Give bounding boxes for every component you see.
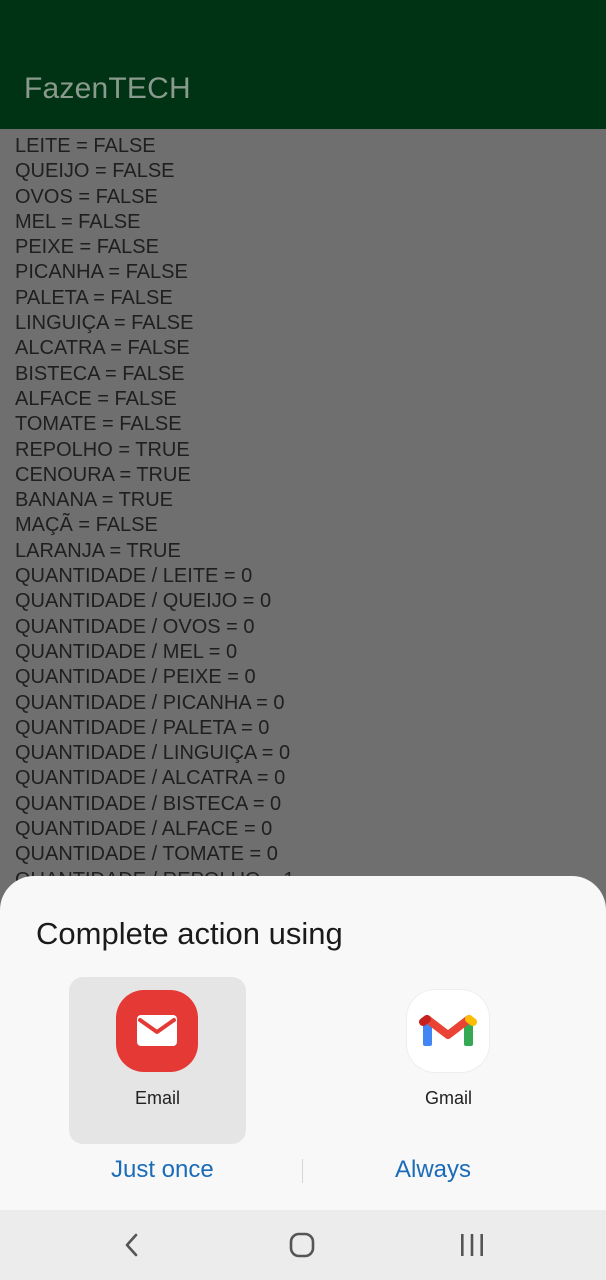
home-icon[interactable] [287,1230,317,1260]
list-item: QUANTIDADE / BISTECA = 0 [15,792,282,815]
always-button[interactable]: Always [395,1156,471,1184]
list-item: QUANTIDADE / ALCATRA = 0 [15,767,286,790]
content-area: LEITE = FALSE QUEIJO = FALSE OVOS = FALSE M… [0,129,606,889]
list-item: PEIXE = FALSE [15,236,159,259]
back-icon[interactable] [117,1230,147,1260]
list-item: BANANA = TRUE [15,489,174,512]
list-item: OVOS = FALSE [15,185,158,208]
app-bar: FazenTECH [0,0,606,129]
list-item: ALFACE = FALSE [15,387,177,410]
chooser-sheet: Complete action using Email Gmail Just o… [0,876,606,1210]
list-item: QUANTIDADE / TOMATE = 0 [15,843,278,866]
list-item: ALCATRA = FALSE [15,337,190,360]
recents-icon[interactable] [457,1230,487,1260]
list-item: PALETA = FALSE [15,286,173,309]
system-nav-bar [0,1210,606,1280]
list-item: BISTECA = FALSE [15,362,185,385]
list-item: QUANTIDADE / MEL = 0 [15,640,238,663]
list-item: QUANTIDADE / PALETA = 0 [15,716,270,739]
list-item: QUANTIDADE / QUEIJO = 0 [15,590,272,613]
just-once-button[interactable]: Just once [111,1156,214,1184]
list-item: QUANTIDADE / PICANHA = 0 [15,691,285,714]
list-item: LEITE = FALSE [15,135,156,157]
list-item: MAÇÃ = FALSE [15,514,158,537]
list-item: MEL = FALSE [15,210,141,233]
app-option-email[interactable]: Email [69,977,246,1144]
list-item: QUANTIDADE / ALFACE = 0 [15,818,273,841]
list-item: QUANTIDADE / LINGUIÇA = 0 [15,742,291,765]
app-option-gmail[interactable]: Gmail [360,977,537,1144]
app-title: FazenTECH [24,72,191,105]
gmail-app-icon [407,990,489,1072]
email-app-icon [116,990,198,1072]
list-item: TOMATE = FALSE [15,413,182,436]
list-item: LARANJA = TRUE [15,539,181,562]
list-item: CENOURA = TRUE [15,463,191,486]
chooser-title: Complete action using [36,916,343,951]
list-item: QUANTIDADE / OVOS = 0 [15,615,255,638]
button-divider [302,1159,303,1183]
app-option-label: Email [134,1088,180,1108]
list-item: LINGUIÇA = FALSE [15,312,194,335]
list-item: REPOLHO = TRUE [15,438,190,461]
app-option-label: Gmail [424,1088,472,1108]
list-item: QUANTIDADE / LEITE = 0 [15,565,253,588]
list-item: PICANHA = FALSE [15,261,188,284]
values-list: LEITE = FALSE QUEIJO = FALSE OVOS = FALSE M… [15,134,295,889]
list-item: QUEIJO = FALSE [15,160,175,183]
list-item: QUANTIDADE / PEIXE = 0 [15,666,256,689]
